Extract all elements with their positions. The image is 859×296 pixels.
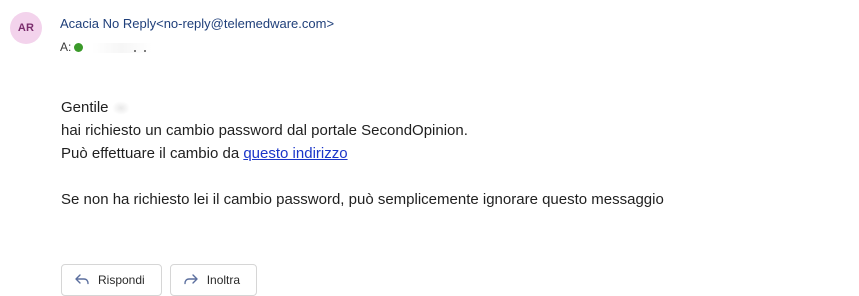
- reply-label: Rispondi: [98, 273, 145, 287]
- body-line-2-text: Può effettuare il cambio da: [61, 145, 244, 162]
- to-label: A:: [60, 40, 72, 54]
- email-body: Gentile hai richiesto un cambio password…: [61, 96, 664, 211]
- sender-name[interactable]: Acacia No Reply: [60, 16, 156, 31]
- body-line-3: Se non ha richiesto lei il cambio passwo…: [61, 191, 664, 208]
- forward-button[interactable]: Inoltra: [169, 264, 258, 296]
- forward-arrow-icon: [183, 273, 199, 287]
- presence-available-icon: [74, 42, 84, 52]
- message-actions: Rispondi Inoltra: [61, 264, 258, 296]
- redacted-name: [111, 100, 130, 115]
- email-header: AR Acacia No Reply<no-reply@telemedware.…: [10, 12, 850, 62]
- from-line[interactable]: Acacia No Reply<no-reply@telemedware.com…: [60, 16, 334, 31]
- reply-button[interactable]: Rispondi: [61, 264, 162, 296]
- greeting-text: Gentile: [61, 99, 109, 116]
- redacted-recipient[interactable]: [92, 43, 153, 53]
- sender-address[interactable]: <no-reply@telemedware.com>: [156, 16, 334, 31]
- to-line: A:: [60, 40, 153, 54]
- change-password-link[interactable]: questo indirizzo: [243, 145, 347, 162]
- forward-label: Inoltra: [206, 273, 241, 287]
- greeting-line: Gentile: [61, 96, 664, 119]
- reply-arrow-icon: [74, 273, 90, 287]
- body-line-2: Può effettuare il cambio da questo indir…: [61, 142, 664, 165]
- body-line-1: hai richiesto un cambio password dal por…: [61, 122, 468, 139]
- sender-avatar[interactable]: AR: [10, 12, 42, 44]
